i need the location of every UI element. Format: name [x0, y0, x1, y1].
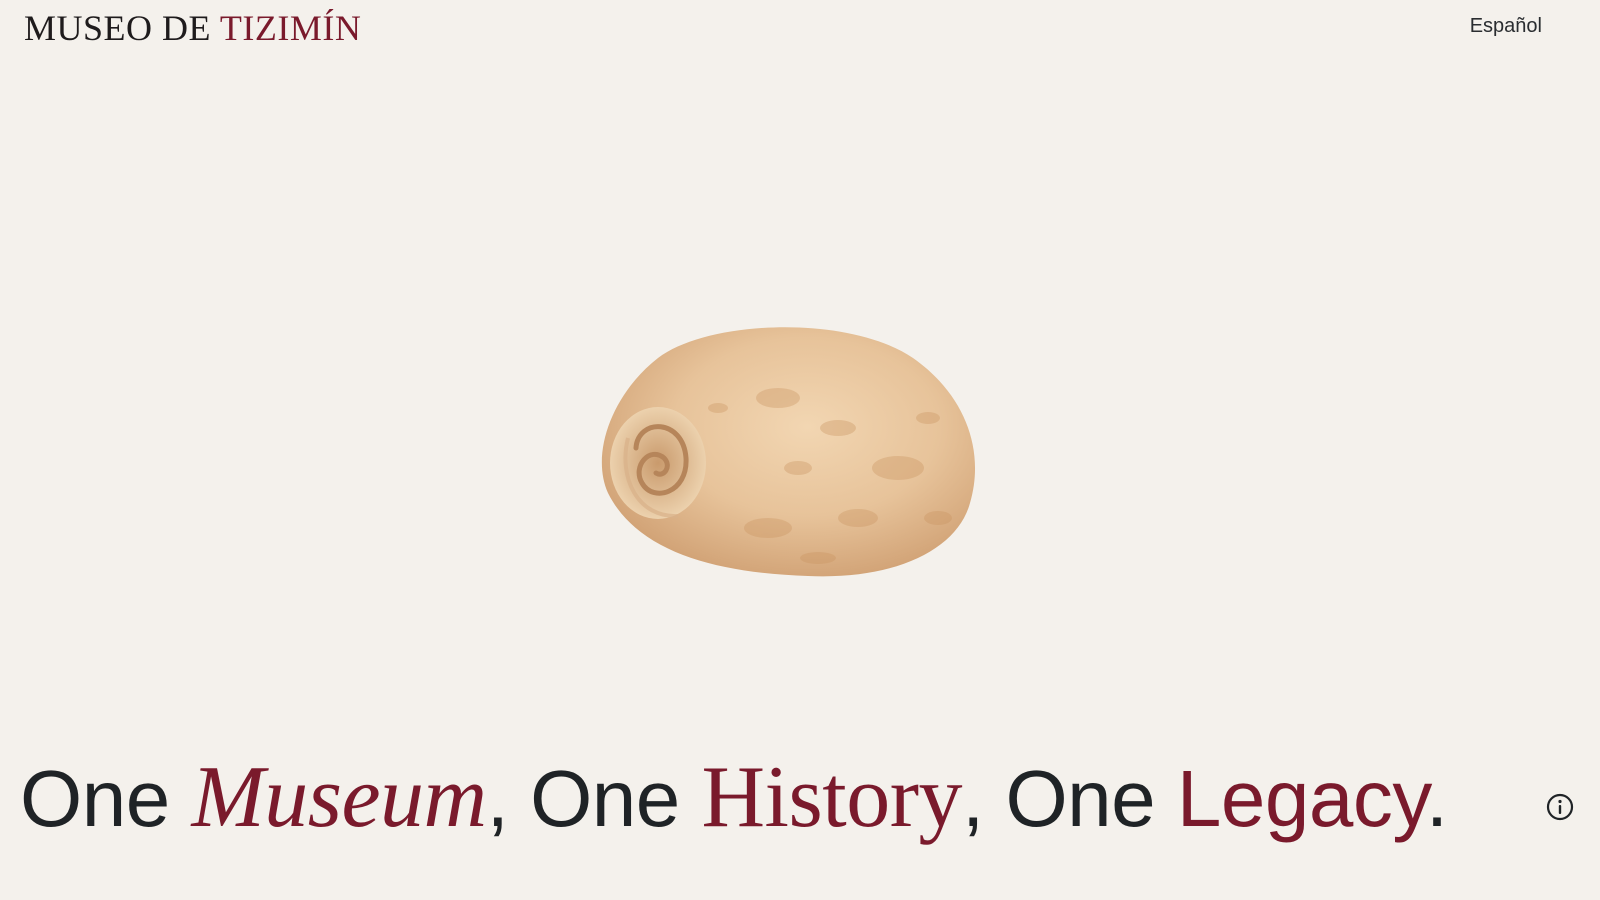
logo-text-tizimin: TIZIMÍN	[219, 8, 362, 48]
headline-word-one-2: , One	[486, 754, 702, 843]
shell-artifact-image	[598, 318, 990, 590]
headline-word-one-3: , One	[962, 754, 1177, 843]
headline-period: .	[1425, 754, 1448, 843]
headline-word-one-1: One	[20, 754, 192, 843]
info-icon[interactable]	[1545, 792, 1575, 822]
logo-text-museo: MUSEO DE	[24, 8, 220, 48]
headline-word-legacy: Legacy	[1176, 754, 1427, 843]
headline-word-history: History	[701, 749, 963, 846]
hero-headline: One Museum, One History, One Legacy.	[20, 748, 1448, 848]
site-logo[interactable]: MUSEO DE TIZIMÍN	[24, 6, 361, 50]
language-switch-link[interactable]: Español	[1470, 13, 1542, 39]
headline-word-museum: Museum	[191, 749, 487, 846]
